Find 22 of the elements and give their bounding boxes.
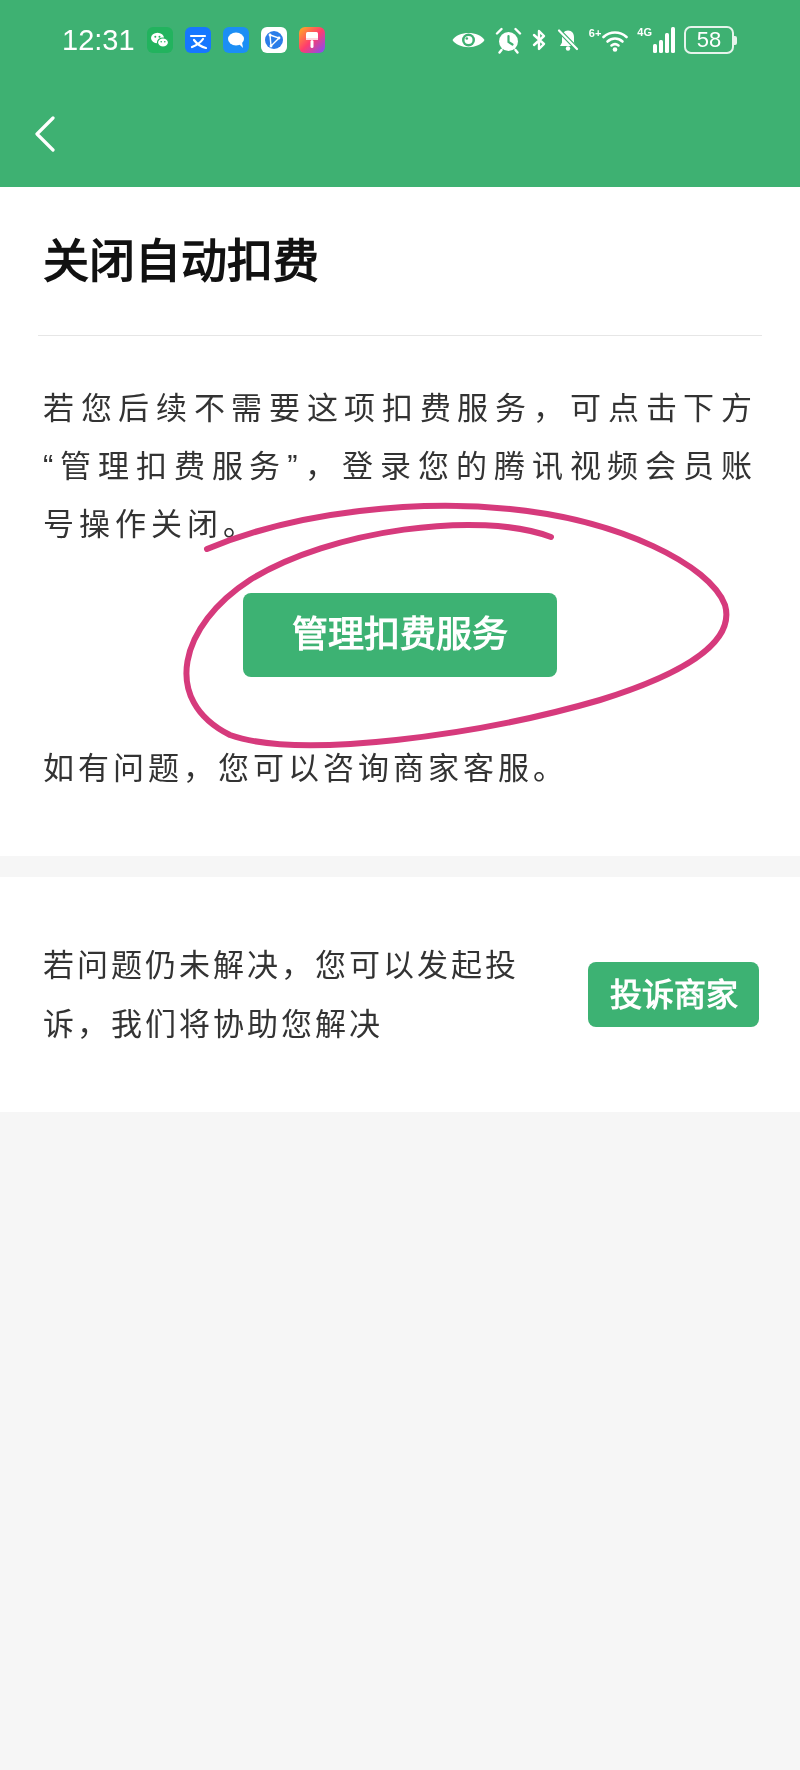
wifi-label: 6+ (588, 28, 602, 39)
alarm-clock-icon (494, 26, 522, 54)
back-button[interactable] (34, 115, 56, 152)
battery-indicator: 58 (684, 26, 737, 54)
wifi-icon (602, 28, 629, 52)
manage-billing-button[interactable]: 管理扣费服务 (243, 593, 557, 677)
page-title: 关闭自动扣费 (43, 234, 319, 288)
bluetooth-icon (530, 28, 547, 52)
description-text: 若您后续不需要这项扣费服务，可点击下方“管理扣费服务”，登录您的腾讯视频会员账号操作关闭。 (43, 390, 757, 544)
paintbrush-icon (298, 27, 325, 53)
chat-bubbles-icon (146, 27, 173, 53)
message-bubble-icon (222, 27, 249, 53)
network-nodes-icon (260, 27, 287, 53)
chevron-left-icon (34, 115, 56, 152)
complaint-text: 若问题仍未解决，您可以发起投诉，我们将协助您解决 (43, 946, 520, 1044)
network-type-label: 4G (637, 27, 652, 38)
status-time: 12:31 (62, 25, 135, 55)
signal-bars-icon (653, 27, 675, 53)
help-note: 如有问题，您可以咨询商家客服。 (43, 750, 568, 788)
bell-off-icon (555, 28, 580, 52)
complain-merchant-button[interactable]: 投诉商家 (588, 962, 759, 1027)
app-logo-icon (184, 27, 211, 53)
